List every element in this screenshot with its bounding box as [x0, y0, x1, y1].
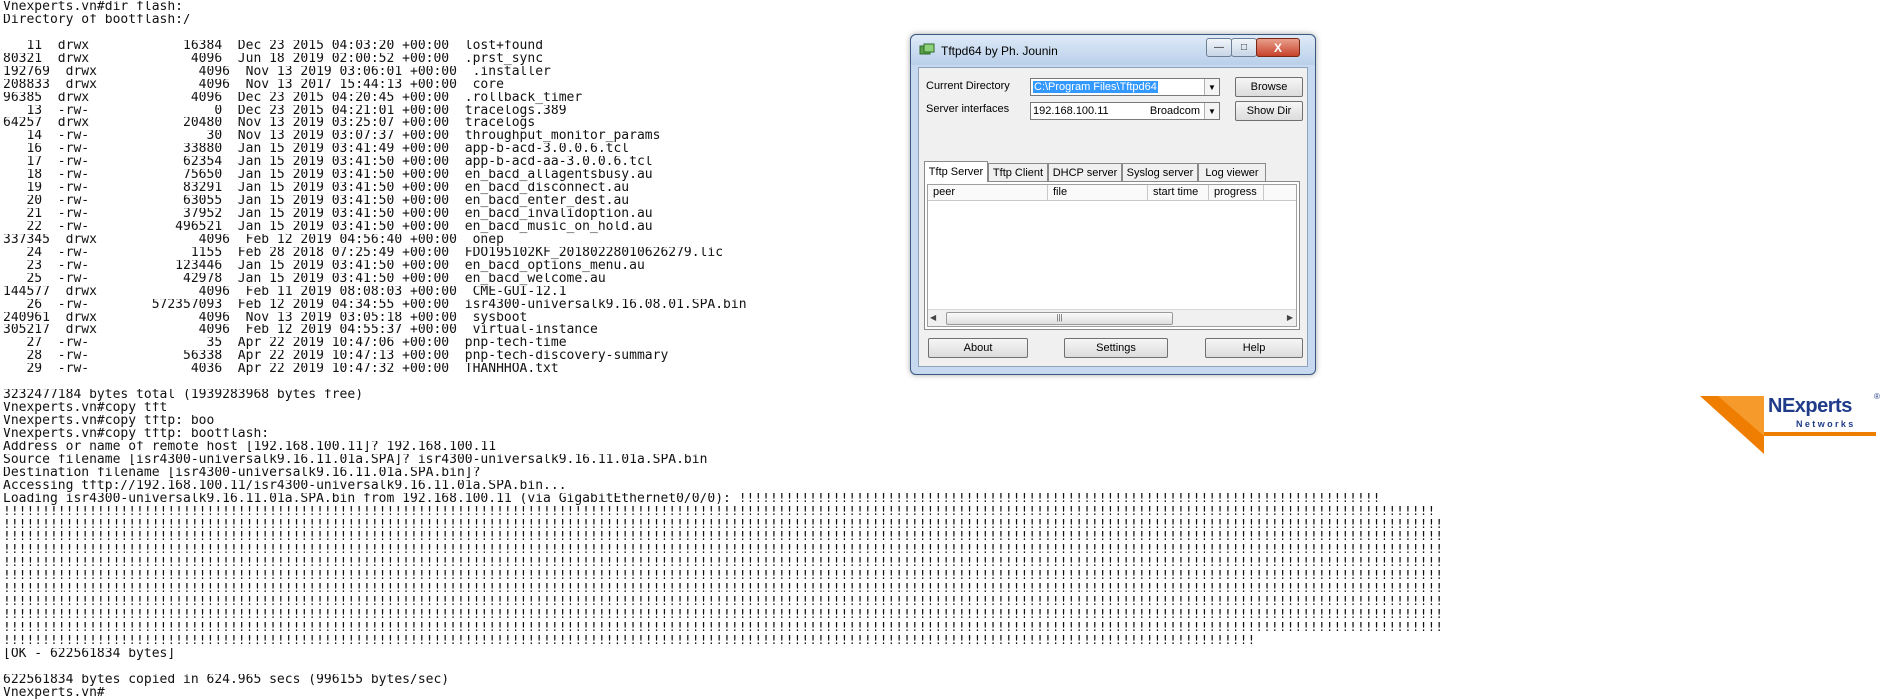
- settings-button[interactable]: Settings: [1064, 338, 1168, 358]
- terminal-line: !!!!!!!!!!!!!!!!!!!!!!!!!!!!!!!!!!!!!!!!…: [3, 531, 1444, 545]
- server-interfaces-combo[interactable]: 192.168.100.11 Broadcom ▼: [1030, 102, 1220, 120]
- chevron-down-icon[interactable]: ▼: [1204, 79, 1219, 95]
- transfer-list[interactable]: peer file start time progress ◀ ||| ▶: [927, 184, 1297, 327]
- help-button[interactable]: Help: [1205, 338, 1303, 358]
- terminal-line: !!!!!!!!!!!!!!!!!!!!!!!!!!!!!!!!!!!!!!!!…: [3, 596, 1444, 610]
- tab-tftp-server[interactable]: Tftp Server: [924, 161, 988, 182]
- terminal-line: Destination filename [isr4300-universalk…: [3, 466, 481, 480]
- terminal-line: 622561834 bytes copied in 624.965 secs (…: [3, 673, 450, 687]
- tab-log-viewer[interactable]: Log viewer: [1198, 163, 1266, 181]
- scroll-thumb[interactable]: |||: [946, 312, 1173, 325]
- minimize-icon: —: [1214, 42, 1224, 53]
- horizontal-scrollbar[interactable]: ◀ ||| ▶: [928, 309, 1296, 326]
- terminal-line: !!!!!!!!!!!!!!!!!!!!!!!!!!!!!!!!!!!!!!!!…: [3, 609, 1444, 622]
- browse-button[interactable]: Browse: [1235, 77, 1303, 97]
- terminal-line: [OK - 622561834 bytes]: [3, 647, 176, 661]
- column-header-filler: [1264, 185, 1296, 201]
- scroll-right-icon[interactable]: ▶: [1287, 313, 1293, 322]
- tab-tftp-client[interactable]: Tftp Client: [988, 163, 1048, 181]
- tftpd64-window: Tftpd64 by Ph. Jounin — □ X Current Dire…: [910, 34, 1316, 375]
- logo-wordmark: NExperts: [1768, 395, 1852, 417]
- transfer-list-header: peer file start time progress: [928, 185, 1296, 201]
- window-titlebar[interactable]: Tftpd64 by Ph. Jounin — □ X: [911, 35, 1315, 65]
- current-directory-value: C:\Program Files\Tftpd64: [1033, 81, 1158, 93]
- window-title: Tftpd64 by Ph. Jounin: [941, 44, 1058, 58]
- terminal-line: !!!!!!!!!!!!!!!!!!!!!!!!!!!!!!!!!!!!!!!!…: [3, 634, 1256, 648]
- show-dir-button[interactable]: Show Dir: [1235, 101, 1303, 121]
- terminal-line: !!!!!!!!!!!!!!!!!!!!!!!!!!!!!!!!!!!!!!!!…: [3, 557, 1444, 571]
- about-button[interactable]: About: [928, 338, 1028, 358]
- column-header-peer[interactable]: peer: [928, 185, 1048, 201]
- close-icon: X: [1273, 40, 1282, 55]
- tftpd-app-icon: [919, 43, 935, 55]
- server-interfaces-label: Server interfaces: [926, 103, 1010, 115]
- tab-dhcp-server[interactable]: DHCP server: [1048, 163, 1122, 181]
- column-header-file[interactable]: file: [1048, 185, 1148, 201]
- terminal-line: !!!!!!!!!!!!!!!!!!!!!!!!!!!!!!!!!!!!!!!!…: [3, 583, 1444, 597]
- tab-syslog-server[interactable]: Syslog server: [1122, 163, 1198, 181]
- terminal-line: Source filename [isr4300-universalk9.16.…: [3, 453, 708, 467]
- terminal-line: Directory of bootflash:/: [3, 13, 191, 27]
- column-header-progress[interactable]: progress: [1209, 185, 1264, 201]
- terminal-line: Vnexperts.vn#copy tftp: bootflash:: [3, 427, 270, 441]
- scroll-left-icon[interactable]: ◀: [930, 313, 936, 322]
- terminal-line: !!!!!!!!!!!!!!!!!!!!!!!!!!!!!!!!!!!!!!!!…: [3, 570, 1444, 584]
- current-directory-combo[interactable]: C:\Program Files\Tftpd64 ▼: [1030, 78, 1220, 96]
- column-header-start-time[interactable]: start time: [1148, 185, 1209, 201]
- terminal-line: Accessing tftp://192.168.100.11/isr4300-…: [3, 479, 567, 493]
- terminal-line: !!!!!!!!!!!!!!!!!!!!!!!!!!!!!!!!!!!!!!!!…: [3, 544, 1444, 558]
- terminal-line: Loading isr4300-universalk9.16.11.01a.SP…: [3, 492, 1381, 506]
- maximize-icon: □: [1240, 42, 1248, 53]
- tftp-server-panel: peer file start time progress ◀ ||| ▶: [924, 181, 1300, 330]
- terminal-line: !!!!!!!!!!!!!!!!!!!!!!!!!!!!!!!!!!!!!!!!…: [3, 518, 1444, 532]
- close-button[interactable]: X: [1256, 38, 1300, 57]
- terminal-line: !!!!!!!!!!!!!!!!!!!!!!!!!!!!!!!!!!!!!!!!…: [3, 505, 1436, 519]
- logo-subtext: Networks: [1796, 419, 1856, 429]
- terminal-line: Vnexperts.vn#copy tftp: boo: [3, 415, 215, 428]
- terminal-line: Vnexperts.vn#: [3, 686, 105, 700]
- registered-mark: ®: [1874, 392, 1880, 401]
- server-ip-value: 192.168.100.11: [1033, 105, 1109, 117]
- terminal-line: 3232477184 bytes total (1939283968 bytes…: [3, 389, 364, 403]
- server-adapter-value: Broadcom: [1149, 105, 1200, 117]
- terminal-line: Address or name of remote host [192.168.…: [3, 440, 497, 454]
- nexperts-logo: NExperts ® Networks: [1698, 392, 1880, 458]
- minimize-button[interactable]: —: [1206, 38, 1232, 57]
- chevron-down-icon[interactable]: ▼: [1204, 103, 1219, 119]
- terminal-line: !!!!!!!!!!!!!!!!!!!!!!!!!!!!!!!!!!!!!!!!…: [3, 622, 1444, 635]
- terminal-line: Vnexperts.vn#dir flash:: [3, 1, 184, 14]
- terminal-line: Vnexperts.vn#copy tft: [3, 402, 168, 415]
- window-client-area: Current Directory C:\Program Files\Tftpd…: [918, 67, 1308, 367]
- maximize-button[interactable]: □: [1231, 38, 1257, 57]
- current-directory-label: Current Directory: [926, 80, 1010, 92]
